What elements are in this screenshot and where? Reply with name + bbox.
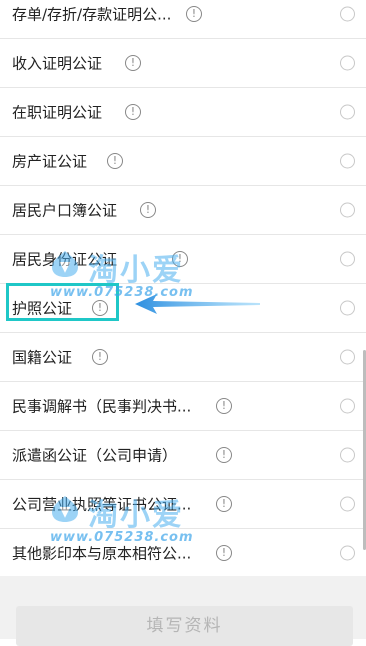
item-label: 其他影印本与原本相符公...	[12, 544, 192, 563]
info-icon[interactable]: !	[216, 447, 232, 463]
radio-button[interactable]	[340, 251, 355, 267]
list-item[interactable]: 其他影印本与原本相符公... !	[0, 529, 366, 578]
item-label: 居民身份证公证	[12, 250, 118, 269]
radio-button[interactable]	[340, 545, 355, 561]
item-label: 收入证明公证	[12, 54, 103, 73]
item-label: 公司营业执照等证书公证...	[12, 495, 192, 514]
radio-button[interactable]	[340, 447, 355, 463]
info-icon[interactable]: !	[216, 496, 232, 512]
radio-button[interactable]	[340, 300, 355, 316]
fill-info-button[interactable]: 填写资料	[16, 606, 353, 646]
section-divider	[0, 576, 366, 599]
radio-button[interactable]	[340, 398, 355, 414]
list-item[interactable]: 国籍公证 !	[0, 333, 366, 382]
info-icon[interactable]: !	[140, 202, 156, 218]
radio-button[interactable]	[340, 55, 355, 71]
item-label: 居民户口簿公证	[12, 201, 118, 220]
info-icon[interactable]: !	[216, 398, 232, 414]
highlight-box	[6, 283, 119, 321]
radio-button[interactable]	[340, 153, 355, 169]
list-item[interactable]: 在职证明公证 !	[0, 88, 366, 137]
info-icon[interactable]: !	[92, 349, 108, 365]
radio-button[interactable]	[340, 496, 355, 512]
list-item[interactable]: 民事调解书（民事判决书... !	[0, 382, 366, 431]
list-item[interactable]: 房产证公证 !	[0, 137, 366, 186]
info-icon[interactable]: !	[216, 545, 232, 561]
item-label: 民事调解书（民事判决书...	[12, 397, 192, 416]
list-item[interactable]: 派遣函公证（公司申请） !	[0, 431, 366, 480]
list-item[interactable]: 存单/存折/存款证明公... !	[0, 0, 366, 39]
list-item[interactable]: 居民身份证公证 !	[0, 235, 366, 284]
info-icon[interactable]: !	[186, 6, 202, 22]
list-item[interactable]: 收入证明公证 !	[0, 39, 366, 88]
radio-button[interactable]	[340, 104, 355, 120]
item-label: 派遣函公证（公司申请）	[12, 446, 178, 465]
arrow-icon	[135, 294, 260, 314]
info-icon[interactable]: !	[125, 104, 141, 120]
radio-button[interactable]	[340, 6, 355, 22]
list-item[interactable]: 公司营业执照等证书公证... !	[0, 480, 366, 529]
info-icon[interactable]: !	[107, 153, 123, 169]
info-icon[interactable]: !	[172, 251, 188, 267]
info-icon[interactable]: !	[125, 55, 141, 71]
item-label: 存单/存折/存款证明公...	[12, 5, 172, 24]
radio-button[interactable]	[340, 202, 355, 218]
item-label: 房产证公证	[12, 152, 88, 171]
item-label: 在职证明公证	[12, 103, 103, 122]
item-label: 国籍公证	[12, 348, 73, 367]
radio-button[interactable]	[340, 349, 355, 365]
list-item[interactable]: 居民户口簿公证 !	[0, 186, 366, 235]
